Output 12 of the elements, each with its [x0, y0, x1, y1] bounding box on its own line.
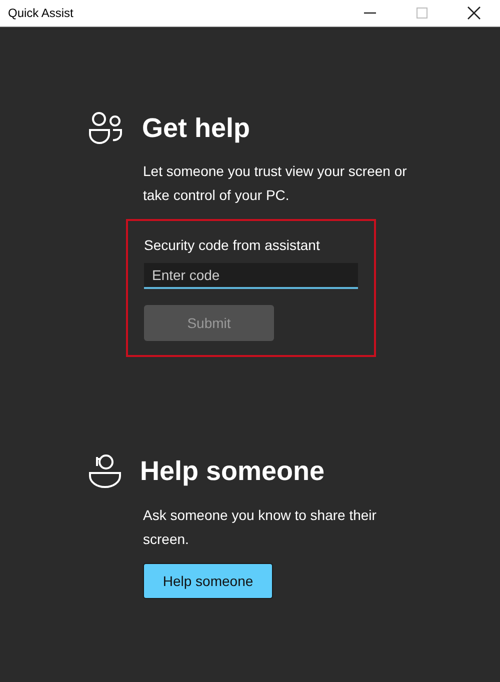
people-icon: [88, 111, 124, 145]
close-icon: [467, 6, 481, 20]
section-heading: Get help: [142, 112, 250, 145]
section-description: Let someone you trust view your screen or take control of your PC.: [143, 162, 408, 205]
window-title: Quick Assist: [8, 6, 74, 20]
maximize-icon: [416, 7, 428, 19]
help-someone-button[interactable]: Help someone: [143, 563, 273, 599]
section-description: Ask someone you know to share their screen.: [143, 506, 378, 549]
field-label: Security code from assistant: [144, 237, 321, 253]
section-heading: Help someone: [140, 455, 325, 488]
person-icon: [88, 453, 122, 489]
code-field[interactable]: Enter code: [144, 263, 358, 289]
